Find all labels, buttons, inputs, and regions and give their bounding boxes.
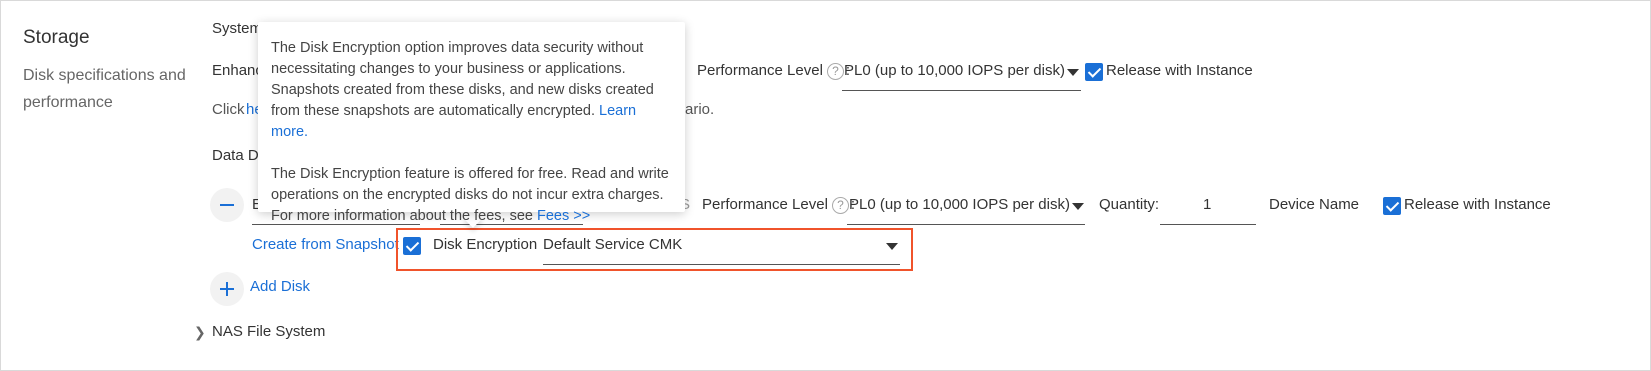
section-description: Disk specifications and performance — [23, 67, 186, 111]
data-release-label: Release with Instance — [1404, 196, 1551, 213]
remove-disk-button[interactable] — [210, 188, 244, 222]
system-release-label: Release with Instance — [1106, 62, 1253, 79]
encryption-key-value: Default Service CMK — [543, 236, 683, 253]
chevron-right-icon[interactable]: ❯ — [194, 324, 206, 341]
device-name-label: Device Name — [1269, 196, 1360, 213]
data-performance-select[interactable]: PL0 (up to 10,000 IOPS per disk) — [847, 190, 1085, 225]
data-performance-level-label: Performance Level?: — [702, 196, 856, 214]
fees-link[interactable]: Fees >> — [537, 208, 590, 224]
data-performance-value: PL0 (up to 10,000 IOPS per disk) — [849, 196, 1070, 213]
disk-encryption-checkbox[interactable] — [403, 237, 421, 255]
caret-down-icon — [1067, 69, 1079, 76]
system-performance-level-label: Performance Level?: — [697, 62, 851, 80]
nas-file-system-toggle[interactable]: NAS File System — [212, 323, 325, 340]
caret-down-icon — [886, 243, 898, 250]
tooltip-paragraph-2: The Disk Encryption feature is offered f… — [271, 166, 669, 224]
add-disk-link[interactable]: Add Disk — [250, 278, 310, 295]
system-hint-suffix: ario. — [685, 101, 715, 118]
quantity-label: Quantity: — [1099, 196, 1160, 213]
system-disk-header: System — [212, 20, 263, 37]
system-release-checkbox[interactable] — [1085, 63, 1103, 81]
system-performance-select[interactable]: PL0 (up to 10,000 IOPS per disk) — [842, 56, 1081, 91]
tooltip-paragraph-1: The Disk Encryption option improves data… — [271, 40, 654, 140]
section-title: Storage — [23, 27, 90, 48]
storage-panel — [0, 0, 1651, 371]
encryption-key-select[interactable]: Default Service CMK — [543, 230, 900, 265]
quantity-input[interactable]: 1 — [1160, 190, 1256, 225]
system-hint-prefix: Click — [212, 101, 245, 118]
disk-encryption-tooltip: The Disk Encryption option improves data… — [258, 22, 685, 224]
quantity-value: 1 — [1203, 196, 1212, 213]
system-performance-value: PL0 (up to 10,000 IOPS per disk) — [844, 62, 1065, 79]
caret-down-icon — [1072, 203, 1084, 210]
plus-icon[interactable] — [210, 272, 244, 306]
system-disk-type-select[interactable]: Enhanc — [212, 62, 263, 79]
data-release-checkbox[interactable] — [1383, 197, 1401, 215]
disk-encryption-label: Disk Encryption — [433, 236, 538, 253]
data-disk-header: Data D — [212, 147, 259, 164]
create-from-snapshot-link[interactable]: Create from Snapshot — [252, 236, 399, 253]
